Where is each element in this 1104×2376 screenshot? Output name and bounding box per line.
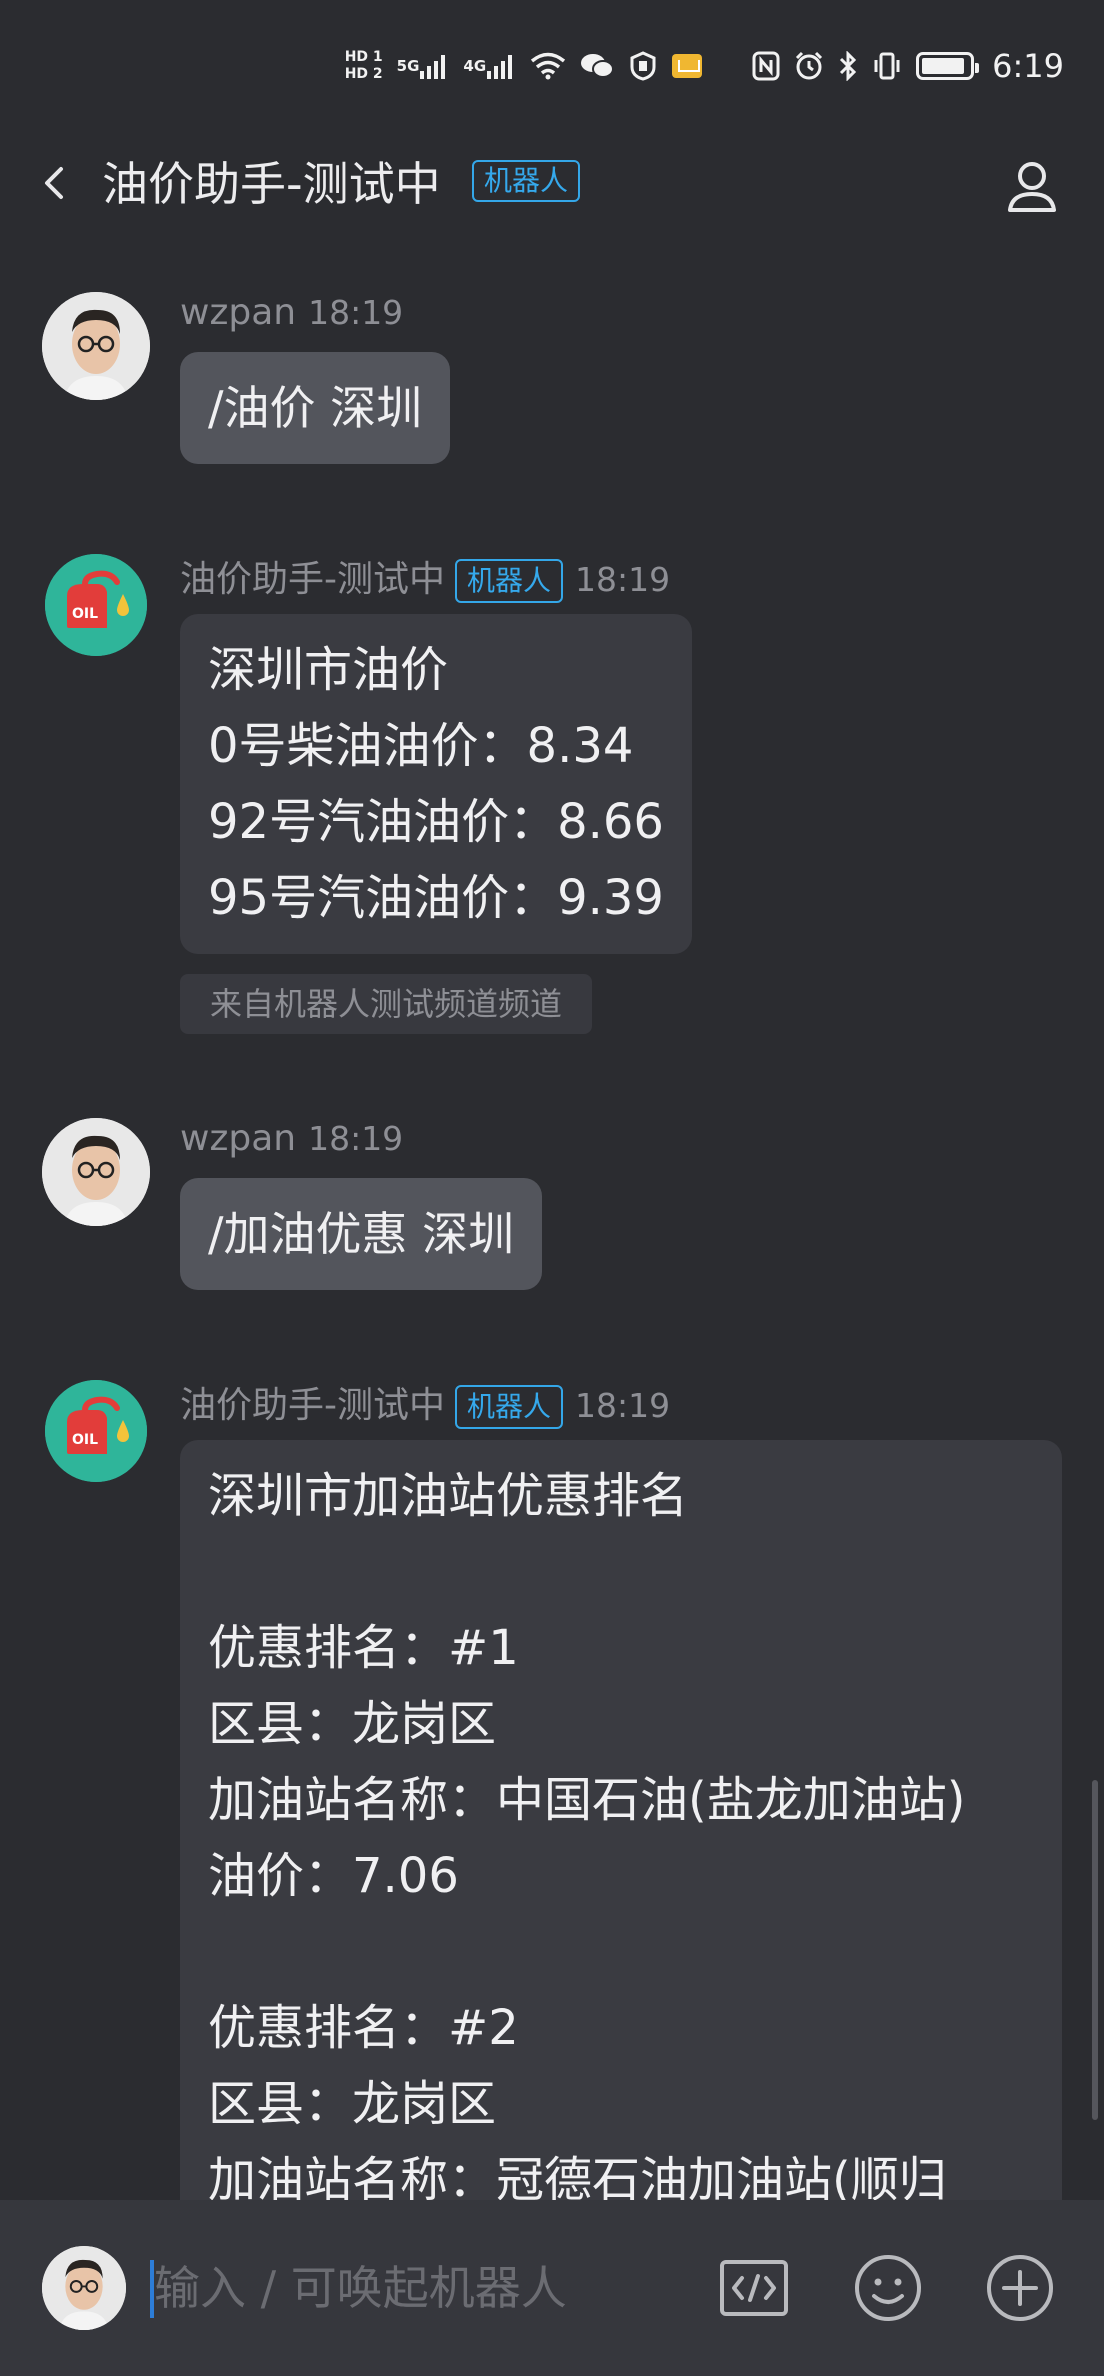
message-line: 0号柴油油价：8.34 — [208, 718, 634, 774]
sender-name[interactable]: 油价助手-测试中 — [180, 1385, 445, 1426]
clock: 6:19 — [992, 47, 1064, 85]
bot-badge: 机器人 — [472, 160, 581, 202]
message-line: 区县：龙岗区 — [208, 2076, 497, 2132]
bot-badge: 机器人 — [455, 1385, 564, 1429]
message-time: 18:19 — [308, 293, 404, 332]
message-line: 优惠排名：#2 — [208, 2000, 519, 2056]
message-line: 区县：龙岗区 — [208, 1696, 497, 1752]
message-bubble[interactable]: 深圳市油价 0号柴油油价：8.34 92号汽油油价：8.66 95号汽油油价：9… — [180, 614, 692, 954]
net2-label: 4G — [463, 56, 487, 75]
battery-level — [922, 58, 964, 74]
add-button[interactable] — [984, 2252, 1056, 2324]
avatar[interactable] — [42, 1118, 150, 1226]
emoji-icon — [855, 2255, 921, 2321]
message-line: 加油站名称：冠德石油加油站(顺归 — [208, 2152, 947, 2200]
oil-label: OIL — [72, 606, 98, 622]
bluetooth-icon — [838, 51, 858, 81]
oil-can-icon: OIL — [45, 554, 147, 656]
bot-avatar[interactable]: OIL — [45, 554, 147, 656]
message-line — [208, 1914, 1034, 1990]
message-input[interactable] — [150, 2256, 650, 2320]
battery-icon — [916, 52, 980, 80]
back-button[interactable] — [30, 158, 80, 208]
message-line: 深圳市加油站优惠排名 — [208, 1468, 689, 1524]
message-time: 18:19 — [308, 1119, 404, 1158]
vibrate-icon — [872, 51, 902, 81]
status-icons: HD 1 HD 2 5G 4G 6:19 — [345, 46, 1064, 86]
code-block-button[interactable] — [718, 2252, 790, 2324]
message-list[interactable]: wzpan 18:19 /油价 深圳 OIL 油价助手-测试中 机器人 18:19 深… — [0, 240, 1104, 2200]
text-caret — [150, 2260, 154, 2318]
chevron-left-icon — [45, 167, 63, 199]
message-meta: 油价助手-测试中 机器人 18:19 — [180, 550, 670, 603]
emoji-button[interactable] — [852, 2252, 924, 2324]
scrollbar[interactable] — [1092, 1780, 1098, 2120]
bot-avatar[interactable]: OIL — [45, 1380, 147, 1482]
message-line — [208, 1534, 1034, 1610]
code-icon — [720, 2260, 788, 2316]
hd2-label: HD 2 — [344, 66, 383, 82]
message-meta: wzpan 18:19 — [180, 292, 403, 333]
oil-label: OIL — [72, 1432, 98, 1448]
message-bubble[interactable]: 深圳市加油站优惠排名 优惠排名：#1 区县：龙岗区 加油站名称：中国石油(盐龙加… — [180, 1440, 1062, 2200]
plus-icon — [987, 2255, 1053, 2321]
sender-name[interactable]: wzpan — [180, 1118, 296, 1159]
chat-screen: HD 1 HD 2 5G 4G 6:19 油价助手-测试中 机器人 wzpan … — [0, 0, 1104, 2376]
signal-4g-icon: 4G — [463, 53, 516, 79]
sender-name[interactable]: wzpan — [180, 292, 296, 333]
message-line: 优惠排名：#1 — [208, 1620, 519, 1676]
hd-indicator: HD 1 HD 2 — [345, 49, 383, 83]
input-bar — [0, 2200, 1104, 2376]
sender-name[interactable]: 油价助手-测试中 — [180, 559, 445, 600]
message-time: 18:19 — [575, 560, 671, 599]
oil-can-icon: OIL — [45, 1380, 147, 1482]
hand-icon — [628, 51, 658, 81]
message-line: 95号汽油油价：9.39 — [208, 870, 664, 926]
message-bubble[interactable]: /加油优惠 深圳 — [180, 1178, 543, 1290]
signal-5g-icon: 5G — [397, 53, 450, 79]
wechat-icon — [580, 52, 615, 80]
message-time: 18:19 — [575, 1386, 671, 1425]
nfc-icon — [752, 51, 780, 81]
user-avatar-icon — [42, 1118, 150, 1226]
avatar[interactable] — [42, 292, 150, 400]
mail-notification-icon — [672, 54, 703, 78]
user-icon — [1008, 162, 1056, 212]
message-meta: 油价助手-测试中 机器人 18:19 — [180, 1376, 670, 1429]
status-bar: HD 1 HD 2 5G 4G 6:19 — [0, 0, 1104, 130]
page-title: 油价助手-测试中 — [102, 157, 441, 211]
user-avatar-icon — [42, 2246, 126, 2330]
source-tag[interactable]: 来自机器人测试频道频道 — [180, 974, 593, 1034]
wifi-icon — [530, 52, 566, 80]
message-line: 92号汽油油价：8.66 — [208, 794, 664, 850]
message-meta: wzpan 18:19 — [180, 1118, 403, 1159]
message-line: 深圳市油价 — [208, 642, 449, 698]
profile-button[interactable] — [1000, 154, 1064, 218]
hd1-label: HD 1 — [344, 49, 383, 65]
net1-label: 5G — [396, 56, 420, 75]
chat-header: 油价助手-测试中 机器人 — [0, 130, 1104, 240]
message-bubble[interactable]: /油价 深圳 — [180, 352, 451, 464]
my-avatar[interactable] — [42, 2246, 126, 2330]
alarm-icon — [794, 51, 824, 81]
bot-badge: 机器人 — [455, 559, 564, 603]
user-avatar-icon — [42, 292, 150, 400]
message-line: 加油站名称：中国石油(盐龙加油站) — [208, 1772, 966, 1828]
message-line: 油价：7.06 — [208, 1848, 459, 1904]
